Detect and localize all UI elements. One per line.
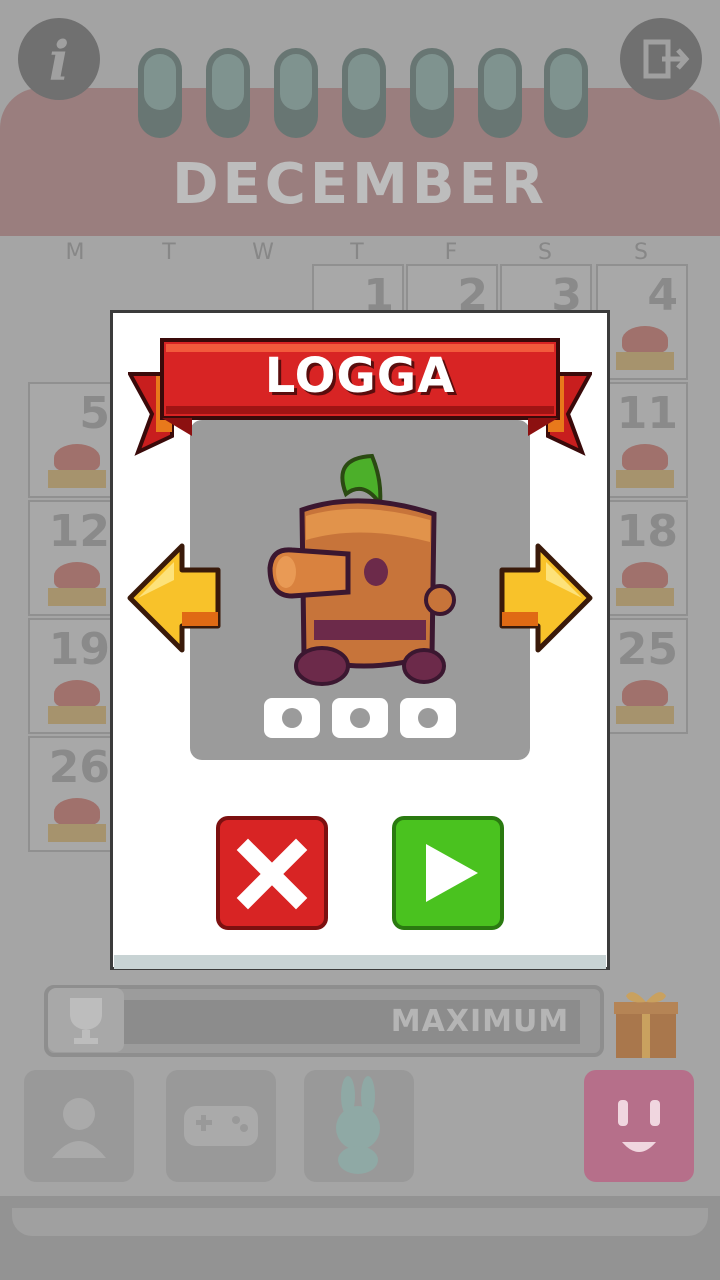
binder-rings [138,48,588,138]
calendar-day-cell[interactable]: 19 [28,618,120,734]
cake-icon [616,562,674,606]
calendar-day-cell[interactable]: 26 [28,736,120,852]
month-title: DECEMBER [172,152,548,217]
calendar-day-cell[interactable]: 12 [28,500,120,616]
character-name: LOGGA [264,348,456,404]
calendar-day-cell[interactable]: 5 [28,382,120,498]
weekday-label: T [162,240,176,265]
day-number: 18 [616,506,678,557]
play-button[interactable] [392,816,504,930]
play-icon [426,844,478,902]
cake-icon [616,680,674,724]
day-number: 26 [48,742,110,793]
exit-icon [643,39,690,79]
characters-button[interactable] [304,1070,414,1182]
weekday-label: W [252,240,274,265]
exit-button[interactable] [620,18,702,100]
logga-character-icon [267,453,456,686]
day-number: 11 [616,388,678,439]
weekday-label: F [444,240,458,265]
trophy-button[interactable] [48,988,124,1052]
games-button[interactable] [166,1070,276,1182]
prev-character-button[interactable] [124,540,222,656]
trophy-icon [70,998,102,1044]
happy-face-icon [618,1100,660,1152]
next-character-button[interactable] [498,540,596,656]
cake-icon [48,562,106,606]
day-number: 4 [647,270,678,321]
arrow-left-icon [127,543,221,653]
cancel-button[interactable] [216,816,328,930]
camera-icon [400,698,456,738]
weekday-label: T [350,240,364,265]
weekday-label: S [634,240,648,265]
gamepad-icon [184,1106,258,1146]
info-icon: i [49,29,70,93]
bunny-icon [336,1076,380,1174]
cake-icon [48,444,106,488]
cake-icon [616,444,674,488]
progress-label: MAXIMUM [390,1004,570,1039]
info-button[interactable]: i [18,18,100,100]
gift-button[interactable] [612,986,680,1060]
day-number: 5 [79,388,110,439]
camera-icon [332,698,388,738]
day-number: 19 [48,624,110,675]
weekday-label: S [538,240,552,265]
camera-icon [264,698,320,738]
dialog-bottom-strip [114,955,606,969]
photo-indicators [262,698,458,738]
profile-button[interactable] [24,1070,134,1182]
calendar-bottom-edge [0,1196,720,1280]
close-icon [236,838,308,910]
svg-text:i: i [49,29,70,93]
day-number: 25 [616,624,678,675]
profile-icon [52,1098,106,1158]
mood-button[interactable] [584,1070,694,1182]
day-number: 12 [48,506,110,557]
gift-icon [614,992,678,1058]
weekday-label: M [65,240,85,265]
cake-icon [48,798,106,842]
cake-icon [616,326,674,370]
cake-icon [48,680,106,724]
arrow-right-icon [499,543,593,653]
